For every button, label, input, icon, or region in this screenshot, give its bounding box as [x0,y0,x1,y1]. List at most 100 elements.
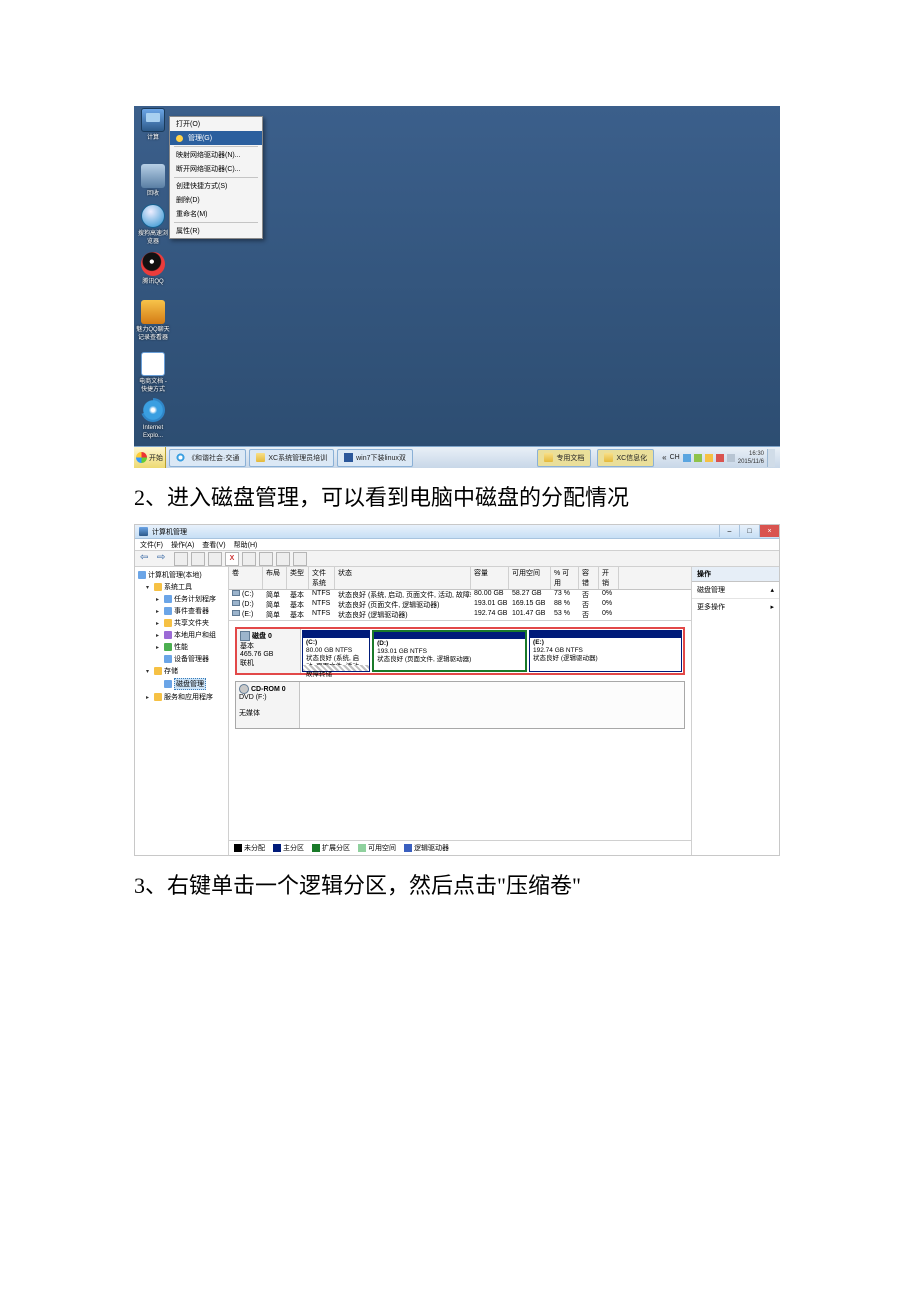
toolbar-button[interactable] [191,552,205,566]
desktop-icon-ie[interactable]: Internet Explo... [136,398,170,440]
forward-button[interactable]: ⇨ [157,552,171,566]
desktop-screenshot: 计算 打开(O) 管理(G) 映射网络驱动器(N)... 断开网络驱动器(C).… [134,106,780,468]
tray-icon[interactable] [705,454,713,462]
volume-row-c[interactable]: (C:) 简单 基本 NTFS 状态良好 (系统, 启动, 页面文件, 活动, … [229,590,691,600]
tree-diskmgmt[interactable]: 磁盘管理 [138,677,225,691]
toolbar-button[interactable] [259,552,273,566]
system-tray: « CH 16:30 2015/11/6 [657,449,780,467]
tray-icon[interactable] [694,454,702,462]
toolbar-button[interactable] [242,552,256,566]
tree-scheduler[interactable]: ▸任务计划程序 [138,593,225,605]
toolbar-button[interactable] [208,552,222,566]
volume-row-e[interactable]: (E:) 简单 基本 NTFS 状态良好 (逻辑驱动器) 192.74 GB 1… [229,610,691,620]
desktop-icon-recycle[interactable]: 回收 [136,164,170,198]
taskbar-folder-1[interactable]: 专用文档 [537,449,591,467]
actions-pane: 操作 磁盘管理 ▴ 更多操作 ▸ [691,567,779,855]
ime-indicator[interactable]: CH [670,454,680,461]
tree-eventviewer[interactable]: ▸事件查看器 [138,605,225,617]
col-volume[interactable]: 卷 [229,567,263,589]
volume-icon [232,600,240,606]
actions-header: 操作 [692,567,779,582]
step-2-caption: 2、进入磁盘管理，可以看到电脑中磁盘的分配情况 [134,480,786,512]
folder-icon [544,453,553,462]
partition-c[interactable]: (C:) 80.00 GB NTFS 状态良好 (系统, 启动, 页面文件, 活… [302,630,370,672]
legend-logical: 逻辑驱动器 [404,843,449,853]
cdrom-content[interactable] [300,682,684,728]
desktop-icon-browser[interactable]: 搜狗高速浏览器 [136,204,170,246]
tool-icon [141,300,165,324]
tree-root[interactable]: 计算机管理(本地) [138,569,225,581]
col-layout[interactable]: 布局 [263,567,287,589]
menu-rename[interactable]: 重命名(M) [170,207,262,221]
menu-delete[interactable]: 删除(D) [170,193,262,207]
menu-manage[interactable]: 管理(G) [170,131,262,145]
menu-view[interactable]: 查看(V) [202,540,225,550]
menu-disconnect-drive[interactable]: 断开网络驱动器(C)... [170,162,262,176]
tree-shared[interactable]: ▸共享文件夹 [138,617,225,629]
legend-primary: 主分区 [273,843,304,853]
minimize-button[interactable]: – [719,525,739,537]
volume-row-d[interactable]: (D:) 简单 基本 NTFS 状态良好 (页面文件, 逻辑驱动器) 193.0… [229,600,691,610]
toolbar-button[interactable] [293,552,307,566]
start-button[interactable]: 开始 [134,447,166,469]
partition-d[interactable]: (D:) 193.01 GB NTFS 状态良好 (页面文件, 逻辑驱动器) [372,630,527,672]
tree-storage[interactable]: ▾存储 [138,665,225,677]
col-overhead[interactable]: 开销 [599,567,619,589]
start-label: 开始 [149,453,163,463]
toolbar-button[interactable] [276,552,290,566]
tree-services[interactable]: ▸服务和应用程序 [138,691,225,703]
volume-icon[interactable] [727,454,735,462]
taskbar-item-2[interactable]: XC系统管理员培训 [249,449,334,467]
legend-extended: 扩展分区 [312,843,350,853]
taskbar-folder-2[interactable]: XC信息化 [597,449,654,467]
toolbar-button[interactable]: X [225,552,239,566]
toolbar-button[interactable] [174,552,188,566]
tray-icon[interactable] [716,454,724,462]
tree-devmgr[interactable]: 设备管理器 [138,653,225,665]
back-button[interactable]: ⇦ [140,552,154,566]
maximize-button[interactable]: □ [739,525,759,537]
taskbar-item-3[interactable]: win7下装linux双 [337,449,413,467]
computer-icon [141,108,165,132]
desktop-icon-qq[interactable]: 腾讯QQ [136,252,170,286]
col-fault[interactable]: 容错 [579,567,599,589]
window-title: 计算机管理 [152,527,187,537]
menu-manage-label: 管理(G) [188,135,212,142]
tray-icon[interactable] [683,454,691,462]
taskbar-item-label: XC系统管理员培训 [268,453,327,463]
desktop-icon-doc[interactable]: 电商文档 - 快捷方式 [136,352,170,394]
show-desktop-button[interactable] [767,449,775,467]
close-button[interactable]: × [759,525,779,537]
menu-action[interactable]: 操作(A) [171,540,194,550]
col-fs[interactable]: 文件系统 [309,567,335,589]
col-status[interactable]: 状态 [335,567,471,589]
show-hidden-icons[interactable]: « [662,453,666,462]
tree-perf[interactable]: ▸性能 [138,641,225,653]
desktop-icon-tool[interactable]: 魅力QQ聊天记录查看器 [136,300,170,342]
clock[interactable]: 16:30 2015/11/6 [738,450,764,466]
gear-icon [176,135,183,142]
actions-item-more[interactable]: 更多操作 ▸ [692,598,779,615]
sogou-icon [176,453,185,462]
col-capacity[interactable]: 容量 [471,567,509,589]
menu-help[interactable]: 帮助(H) [234,540,258,550]
menu-map-drive[interactable]: 映射网络驱动器(N)... [170,148,262,162]
actions-item-diskmgmt[interactable]: 磁盘管理 ▴ [692,582,779,598]
col-pct[interactable]: % 可用 [551,567,579,589]
tree-users[interactable]: ▸本地用户和组 [138,629,225,641]
document-icon [141,352,165,376]
taskbar-item-1[interactable]: 《和谐社会·交通 [169,449,246,467]
partition-e[interactable]: (E:) 192.74 GB NTFS 状态良好 (逻辑驱动器) [529,630,682,672]
col-type[interactable]: 类型 [287,567,309,589]
menu-create-shortcut[interactable]: 创建快捷方式(S) [170,179,262,193]
desktop-icon-computer[interactable]: 计算 [136,108,170,142]
cdrom-info[interactable]: CD-ROM 0 DVD (F:) 无媒体 [236,682,300,728]
disk-0-info[interactable]: 磁盘 0 基本 465.76 GB 联机 [237,629,301,673]
icon-label: 计算 [136,134,170,142]
tree-systools[interactable]: ▾系统工具 [138,581,225,593]
menu-open[interactable]: 打开(O) [170,117,262,131]
col-free[interactable]: 可用空间 [509,567,551,589]
menu-properties[interactable]: 属性(R) [170,224,262,238]
app-icon [139,527,148,536]
menu-file[interactable]: 文件(F) [140,540,163,550]
